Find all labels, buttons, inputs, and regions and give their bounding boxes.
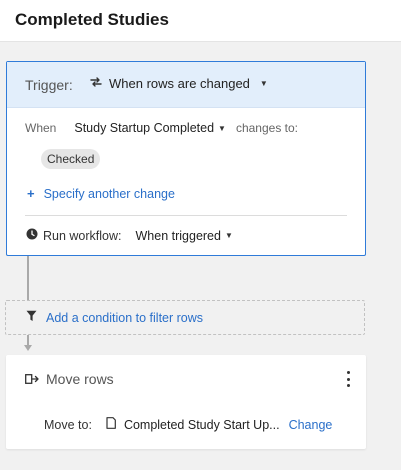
condition-row: When Study Startup Completed ▼ changes t…	[25, 121, 298, 135]
trigger-event-value: When rows are changed	[109, 76, 250, 91]
field-select[interactable]: Study Startup Completed ▼	[74, 121, 226, 135]
action-title: Move rows	[25, 371, 114, 387]
run-workflow-value: When triggered	[135, 228, 221, 243]
trigger-header: Trigger: When rows are changed ▼	[7, 62, 365, 108]
chevron-down-icon: ▼	[218, 123, 226, 133]
move-to-row: Move to: Completed Study Start Up... Cha…	[44, 417, 332, 432]
clock-icon	[26, 228, 38, 243]
changes-to-label: changes to:	[235, 121, 298, 135]
page-title: Completed Studies	[15, 10, 169, 29]
value-chip[interactable]: Checked	[41, 149, 101, 169]
destination-sheet-name: Completed Study Start Up...	[123, 417, 280, 432]
plus-icon: +	[27, 186, 35, 201]
chevron-down-icon: ▼	[224, 231, 233, 240]
when-label: When	[25, 121, 57, 135]
arrow-down-icon	[24, 345, 32, 351]
run-workflow-select[interactable]: When triggered ▼	[136, 229, 233, 243]
run-workflow-label: Run workflow:	[43, 228, 122, 243]
move-rows-card: Move rows Move to: Completed Study Start…	[6, 355, 366, 449]
change-destination-link[interactable]: Change	[289, 418, 333, 432]
trigger-card: Trigger: When rows are changed ▼ When St…	[6, 61, 366, 256]
header: Completed Studies	[0, 0, 401, 42]
connector-line	[27, 335, 29, 345]
trigger-label: Trigger:	[25, 77, 73, 93]
chevron-down-icon: ▼	[259, 79, 268, 88]
connector-line	[27, 256, 29, 300]
divider	[25, 215, 347, 216]
filter-icon	[26, 309, 37, 327]
sheet-icon	[106, 417, 116, 432]
specify-link-label: Specify another change	[43, 186, 175, 201]
kebab-menu-icon[interactable]	[344, 371, 352, 387]
add-condition-link[interactable]: Add a condition to filter rows	[46, 311, 203, 325]
add-filter-box[interactable]: Add a condition to filter rows	[5, 300, 365, 335]
run-workflow-row: Run workflow: When triggered ▼	[26, 228, 233, 243]
rows-changed-icon	[89, 76, 103, 91]
move-to-label: Move to:	[44, 417, 92, 432]
trigger-event-select[interactable]: When rows are changed ▼	[89, 76, 268, 91]
specify-another-change-link[interactable]: + Specify another change	[27, 186, 175, 201]
move-rows-icon	[25, 371, 39, 387]
action-title-label: Move rows	[46, 371, 114, 387]
field-select-value: Study Startup Completed	[74, 121, 215, 135]
